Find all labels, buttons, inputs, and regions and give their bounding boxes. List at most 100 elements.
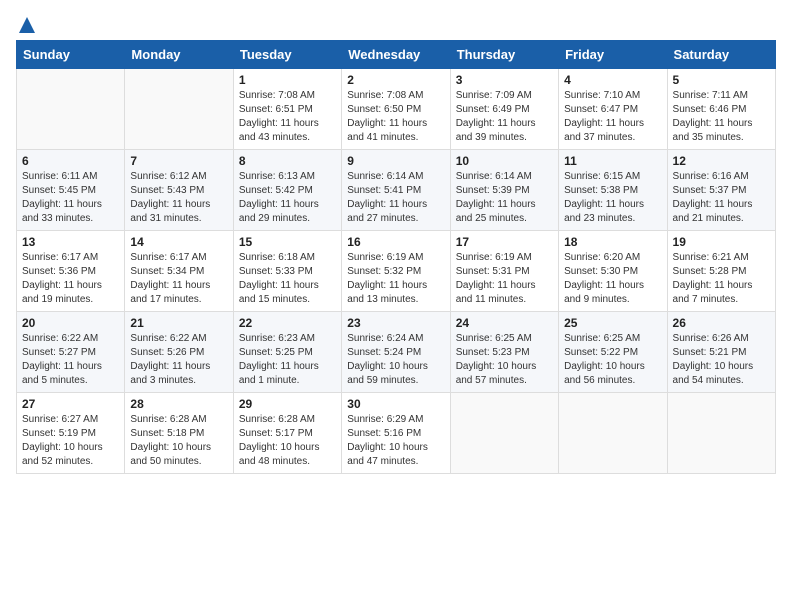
day-info: Sunrise: 6:13 AMSunset: 5:42 PMDaylight:… — [239, 170, 336, 226]
calendar-cell: 28 Sunrise: 6:28 AMSunset: 5:18 PMDayligh… — [125, 393, 233, 474]
day-info: Sunrise: 7:08 AMSunset: 6:50 PMDaylight:… — [347, 89, 444, 145]
day-info: Sunrise: 7:08 AMSunset: 6:51 PMDaylight:… — [239, 89, 336, 145]
page-header — [16, 16, 776, 28]
day-number: 24 — [456, 316, 553, 330]
day-info: Sunrise: 6:26 AMSunset: 5:21 PMDaylight:… — [673, 332, 770, 388]
calendar-week-row: 6 Sunrise: 6:11 AMSunset: 5:45 PMDaylight… — [17, 150, 776, 231]
calendar-cell: 24 Sunrise: 6:25 AMSunset: 5:23 PMDayligh… — [450, 312, 558, 393]
day-number: 30 — [347, 397, 444, 411]
calendar-cell: 4 Sunrise: 7:10 AMSunset: 6:47 PMDaylight… — [559, 69, 667, 150]
day-info: Sunrise: 7:09 AMSunset: 6:49 PMDaylight:… — [456, 89, 553, 145]
day-number: 23 — [347, 316, 444, 330]
calendar-cell: 14 Sunrise: 6:17 AMSunset: 5:34 PMDayligh… — [125, 231, 233, 312]
calendar-day-header: Saturday — [667, 41, 775, 69]
day-number: 14 — [130, 235, 227, 249]
calendar-cell: 27 Sunrise: 6:27 AMSunset: 5:19 PMDayligh… — [17, 393, 125, 474]
calendar-cell: 26 Sunrise: 6:26 AMSunset: 5:21 PMDayligh… — [667, 312, 775, 393]
day-number: 20 — [22, 316, 119, 330]
day-info: Sunrise: 6:18 AMSunset: 5:33 PMDaylight:… — [239, 251, 336, 307]
calendar-cell: 2Sunrise: 7:08 AMSunset: 6:50 PMDaylight… — [342, 69, 450, 150]
calendar-week-row: 20 Sunrise: 6:22 AMSunset: 5:27 PMDayligh… — [17, 312, 776, 393]
calendar-day-header: Tuesday — [233, 41, 341, 69]
calendar-day-header: Friday — [559, 41, 667, 69]
logo-triangle-icon — [18, 16, 36, 34]
day-number: 7 — [130, 154, 227, 168]
day-info: Sunrise: 6:19 AMSunset: 5:32 PMDaylight:… — [347, 251, 444, 307]
day-info: Sunrise: 6:21 AMSunset: 5:28 PMDaylight:… — [673, 251, 770, 307]
calendar-cell: 21 Sunrise: 6:22 AMSunset: 5:26 PMDayligh… — [125, 312, 233, 393]
day-info: Sunrise: 7:10 AMSunset: 6:47 PMDaylight:… — [564, 89, 661, 145]
day-number: 11 — [564, 154, 661, 168]
calendar-cell: 19 Sunrise: 6:21 AMSunset: 5:28 PMDayligh… — [667, 231, 775, 312]
calendar-day-header: Thursday — [450, 41, 558, 69]
day-number: 28 — [130, 397, 227, 411]
calendar-cell: 25Sunrise: 6:25 AMSunset: 5:22 PMDayligh… — [559, 312, 667, 393]
calendar-cell: 22 Sunrise: 6:23 AMSunset: 5:25 PMDayligh… — [233, 312, 341, 393]
day-number: 4 — [564, 73, 661, 87]
day-number: 17 — [456, 235, 553, 249]
calendar-day-header: Monday — [125, 41, 233, 69]
day-info: Sunrise: 6:28 AMSunset: 5:18 PMDaylight:… — [130, 413, 227, 469]
day-info: Sunrise: 6:23 AMSunset: 5:25 PMDaylight:… — [239, 332, 336, 388]
day-number: 13 — [22, 235, 119, 249]
day-info: Sunrise: 6:12 AMSunset: 5:43 PMDaylight:… — [130, 170, 227, 226]
calendar-cell — [559, 393, 667, 474]
calendar-cell: 29 Sunrise: 6:28 AMSunset: 5:17 PMDayligh… — [233, 393, 341, 474]
day-info: Sunrise: 6:11 AMSunset: 5:45 PMDaylight:… — [22, 170, 119, 226]
calendar-header-row: SundayMondayTuesdayWednesdayThursdayFrid… — [17, 41, 776, 69]
day-info: Sunrise: 6:28 AMSunset: 5:17 PMDaylight:… — [239, 413, 336, 469]
calendar-week-row: 13Sunrise: 6:17 AMSunset: 5:36 PMDayligh… — [17, 231, 776, 312]
day-number: 26 — [673, 316, 770, 330]
day-number: 21 — [130, 316, 227, 330]
calendar-week-row: 1 Sunrise: 7:08 AMSunset: 6:51 PMDaylight… — [17, 69, 776, 150]
day-info: Sunrise: 6:19 AMSunset: 5:31 PMDaylight:… — [456, 251, 553, 307]
calendar-table: SundayMondayTuesdayWednesdayThursdayFrid… — [16, 40, 776, 474]
calendar-week-row: 27 Sunrise: 6:27 AMSunset: 5:19 PMDayligh… — [17, 393, 776, 474]
calendar-cell: 3Sunrise: 7:09 AMSunset: 6:49 PMDaylight… — [450, 69, 558, 150]
day-info: Sunrise: 6:14 AMSunset: 5:41 PMDaylight:… — [347, 170, 444, 226]
calendar-cell: 15 Sunrise: 6:18 AMSunset: 5:33 PMDayligh… — [233, 231, 341, 312]
calendar-cell: 16 Sunrise: 6:19 AMSunset: 5:32 PMDayligh… — [342, 231, 450, 312]
calendar-cell: 7 Sunrise: 6:12 AMSunset: 5:43 PMDaylight… — [125, 150, 233, 231]
calendar-cell — [667, 393, 775, 474]
day-info: Sunrise: 6:16 AMSunset: 5:37 PMDaylight:… — [673, 170, 770, 226]
calendar-cell: 1 Sunrise: 7:08 AMSunset: 6:51 PMDaylight… — [233, 69, 341, 150]
calendar-day-header: Sunday — [17, 41, 125, 69]
day-info: Sunrise: 6:24 AMSunset: 5:24 PMDaylight:… — [347, 332, 444, 388]
day-number: 22 — [239, 316, 336, 330]
day-number: 9 — [347, 154, 444, 168]
day-info: Sunrise: 6:22 AMSunset: 5:27 PMDaylight:… — [22, 332, 119, 388]
calendar-cell: 5Sunrise: 7:11 AMSunset: 6:46 PMDaylight… — [667, 69, 775, 150]
day-number: 27 — [22, 397, 119, 411]
calendar-cell: 10 Sunrise: 6:14 AMSunset: 5:39 PMDayligh… — [450, 150, 558, 231]
day-info: Sunrise: 6:22 AMSunset: 5:26 PMDaylight:… — [130, 332, 227, 388]
calendar-cell: 17 Sunrise: 6:19 AMSunset: 5:31 PMDayligh… — [450, 231, 558, 312]
calendar-cell: 18 Sunrise: 6:20 AMSunset: 5:30 PMDayligh… — [559, 231, 667, 312]
day-info: Sunrise: 6:14 AMSunset: 5:39 PMDaylight:… — [456, 170, 553, 226]
day-info: Sunrise: 6:25 AMSunset: 5:23 PMDaylight:… — [456, 332, 553, 388]
calendar-cell: 30Sunrise: 6:29 AMSunset: 5:16 PMDayligh… — [342, 393, 450, 474]
calendar-cell — [17, 69, 125, 150]
calendar-day-header: Wednesday — [342, 41, 450, 69]
day-info: Sunrise: 6:17 AMSunset: 5:34 PMDaylight:… — [130, 251, 227, 307]
day-info: Sunrise: 6:15 AMSunset: 5:38 PMDaylight:… — [564, 170, 661, 226]
day-number: 1 — [239, 73, 336, 87]
day-number: 10 — [456, 154, 553, 168]
calendar-cell: 13Sunrise: 6:17 AMSunset: 5:36 PMDayligh… — [17, 231, 125, 312]
day-number: 6 — [22, 154, 119, 168]
calendar-cell: 6 Sunrise: 6:11 AMSunset: 5:45 PMDaylight… — [17, 150, 125, 231]
day-number: 18 — [564, 235, 661, 249]
calendar-cell: 11 Sunrise: 6:15 AMSunset: 5:38 PMDayligh… — [559, 150, 667, 231]
day-number: 15 — [239, 235, 336, 249]
day-number: 25 — [564, 316, 661, 330]
calendar-cell — [125, 69, 233, 150]
day-number: 16 — [347, 235, 444, 249]
day-number: 19 — [673, 235, 770, 249]
calendar-cell: 12Sunrise: 6:16 AMSunset: 5:37 PMDayligh… — [667, 150, 775, 231]
calendar-cell: 9 Sunrise: 6:14 AMSunset: 5:41 PMDaylight… — [342, 150, 450, 231]
day-info: Sunrise: 6:20 AMSunset: 5:30 PMDaylight:… — [564, 251, 661, 307]
day-info: Sunrise: 6:27 AMSunset: 5:19 PMDaylight:… — [22, 413, 119, 469]
day-number: 29 — [239, 397, 336, 411]
calendar-cell: 23 Sunrise: 6:24 AMSunset: 5:24 PMDayligh… — [342, 312, 450, 393]
logo — [16, 16, 36, 28]
